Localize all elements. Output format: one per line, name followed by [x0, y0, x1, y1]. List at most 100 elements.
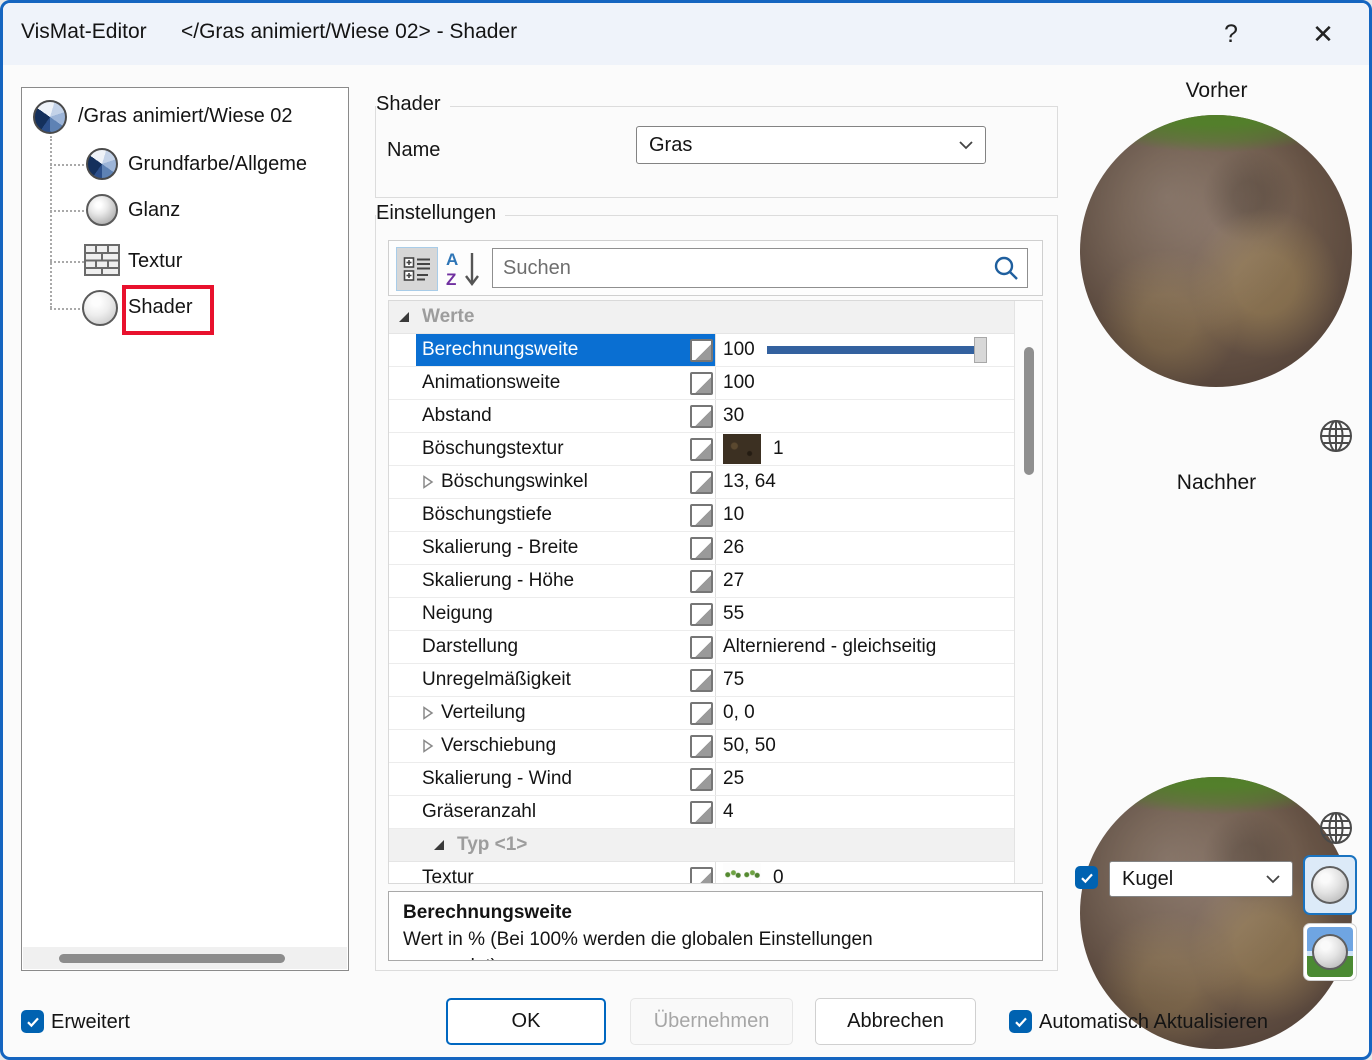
row-label-cell[interactable]: Gräseranzahl [416, 796, 688, 828]
row-value-cell[interactable]: 0, 0 [715, 697, 1016, 729]
row-label-cell[interactable]: Skalierung - Wind [416, 763, 688, 795]
table-vertical-scrollbar[interactable] [1014, 301, 1042, 883]
shape-select[interactable]: Kugel [1109, 861, 1293, 897]
row-value-cell[interactable]: 13, 64 [715, 466, 1016, 498]
table-group-header[interactable]: Werte [389, 301, 1016, 334]
row-value-cell[interactable]: 50, 50 [715, 730, 1016, 762]
expand-arrow-icon[interactable] [422, 739, 434, 753]
search-icon[interactable] [993, 255, 1019, 281]
row-label-cell[interactable]: Skalierung - Höhe [416, 565, 688, 597]
after-globe-icon[interactable] [1317, 809, 1355, 847]
row-value-cell[interactable]: 75 [715, 664, 1016, 696]
row-indicator-cell[interactable] [688, 466, 715, 498]
tree-item-glanz[interactable]: Glanz [128, 199, 180, 222]
row-indicator-cell[interactable] [688, 334, 715, 366]
row-value-cell[interactable]: Alternierend - gleichseitig [715, 631, 1016, 663]
row-label-cell[interactable]: Verschiebung [416, 730, 688, 762]
preview-mode-sphere-button[interactable] [1303, 855, 1357, 915]
row-value-cell[interactable]: 55 [715, 598, 1016, 630]
table-row[interactable]: Skalierung - Wind 25 [389, 763, 1016, 796]
tree-item-textur[interactable]: Textur [128, 250, 182, 273]
row-indicator-cell[interactable] [688, 730, 715, 762]
table-row[interactable]: Skalierung - Breite 26 [389, 532, 1016, 565]
row-value-cell[interactable]: 30 [715, 400, 1016, 432]
row-label-cell[interactable]: Abstand [416, 400, 688, 432]
row-indicator-cell[interactable] [688, 862, 715, 884]
shape-preview-checkbox[interactable] [1075, 866, 1098, 889]
row-indicator-cell[interactable] [688, 532, 715, 564]
row-label-cell[interactable]: Neigung [416, 598, 688, 630]
tree-scrollbar-thumb[interactable] [59, 954, 285, 963]
row-indicator-cell[interactable] [688, 631, 715, 663]
row-indicator-cell[interactable] [688, 565, 715, 597]
tree-item-grundfarbe[interactable]: Grundfarbe/Allgeme [128, 153, 307, 176]
search-input[interactable] [493, 257, 993, 280]
table-scrollbar-thumb[interactable] [1024, 347, 1034, 475]
erweitert-checkbox[interactable] [21, 1010, 44, 1033]
table-row[interactable]: Neigung 55 [389, 598, 1016, 631]
row-value-cell[interactable]: 100 [715, 367, 1016, 399]
before-globe-icon[interactable] [1317, 417, 1355, 455]
row-value-cell[interactable]: 25 [715, 763, 1016, 795]
table-row[interactable]: Berechnungsweite 100 [389, 334, 1016, 367]
table-group-header[interactable]: Typ <1> [389, 829, 1016, 862]
row-indicator-cell[interactable] [688, 433, 715, 465]
table-row[interactable]: Animationsweite 100 [389, 367, 1016, 400]
category-view-button[interactable] [396, 247, 438, 291]
title-bar[interactable]: VisMat-Editor </Gras animiert/Wiese 02> … [3, 3, 1369, 65]
row-value-cell[interactable]: 26 [715, 532, 1016, 564]
tree-root-label[interactable]: /Gras animiert/Wiese 02 [78, 105, 293, 128]
row-label-cell[interactable]: Böschungswinkel [416, 466, 688, 498]
expand-arrow-icon[interactable] [422, 706, 434, 720]
table-row[interactable]: Böschungstiefe 10 [389, 499, 1016, 532]
row-label-cell[interactable]: Textur [416, 862, 688, 884]
row-label-cell[interactable]: Animationsweite [416, 367, 688, 399]
row-value-cell[interactable]: 10 [715, 499, 1016, 531]
table-row[interactable]: Unregelmäßigkeit 75 [389, 664, 1016, 697]
table-row[interactable]: Böschungstextur 1 [389, 433, 1016, 466]
row-indicator-cell[interactable] [688, 763, 715, 795]
row-indicator-cell[interactable] [688, 697, 715, 729]
row-label-cell[interactable]: Skalierung - Breite [416, 532, 688, 564]
row-value-cell[interactable]: 100 [715, 334, 1016, 366]
slider-thumb[interactable] [974, 337, 987, 363]
row-indicator-cell[interactable] [688, 400, 715, 432]
row-label-cell[interactable]: Böschungstextur [416, 433, 688, 465]
row-indicator-cell[interactable] [688, 499, 715, 531]
collapse-triangle-icon[interactable] [398, 311, 410, 323]
apply-button[interactable]: Übernehmen [630, 998, 793, 1045]
row-value-cell[interactable]: 0 [715, 862, 1016, 884]
cancel-button[interactable]: Abbrechen [815, 998, 976, 1045]
row-value-cell[interactable]: 1 [715, 433, 1016, 465]
table-row[interactable]: Darstellung Alternierend - gleichseitig [389, 631, 1016, 664]
expand-arrow-icon[interactable] [422, 475, 434, 489]
value-slider[interactable] [767, 337, 987, 363]
row-label-cell[interactable]: Darstellung [416, 631, 688, 663]
help-button[interactable]: ? [1209, 15, 1253, 53]
row-label-cell[interactable]: Unregelmäßigkeit [416, 664, 688, 696]
auto-update-checkbox[interactable] [1009, 1010, 1032, 1033]
table-row[interactable]: Verteilung 0, 0 [389, 697, 1016, 730]
table-row[interactable]: Skalierung - Höhe 27 [389, 565, 1016, 598]
row-label-cell[interactable]: Verteilung [416, 697, 688, 729]
ok-button[interactable]: OK [446, 998, 606, 1045]
table-row[interactable]: Verschiebung 50, 50 [389, 730, 1016, 763]
table-row[interactable]: Textur 0 [389, 862, 1016, 884]
table-row[interactable]: Böschungswinkel 13, 64 [389, 466, 1016, 499]
row-value-cell[interactable]: 4 [715, 796, 1016, 828]
table-row[interactable]: Abstand 30 [389, 400, 1016, 433]
row-indicator-cell[interactable] [688, 598, 715, 630]
close-button[interactable]: ✕ [1299, 13, 1347, 55]
table-row[interactable]: Gräseranzahl 4 [389, 796, 1016, 829]
row-label-cell[interactable]: Böschungstiefe [416, 499, 688, 531]
row-indicator-cell[interactable] [688, 664, 715, 696]
tree-horizontal-scrollbar[interactable] [23, 947, 347, 969]
row-value-cell[interactable]: 27 [715, 565, 1016, 597]
row-indicator-cell[interactable] [688, 367, 715, 399]
preview-mode-scene-button[interactable] [1303, 923, 1357, 981]
row-indicator-cell[interactable] [688, 796, 715, 828]
sort-alphabetical-button[interactable]: A Z [444, 248, 484, 290]
slider-track[interactable] [767, 346, 987, 354]
collapse-triangle-icon[interactable] [433, 839, 445, 851]
row-label-cell[interactable]: Berechnungsweite [416, 334, 688, 366]
